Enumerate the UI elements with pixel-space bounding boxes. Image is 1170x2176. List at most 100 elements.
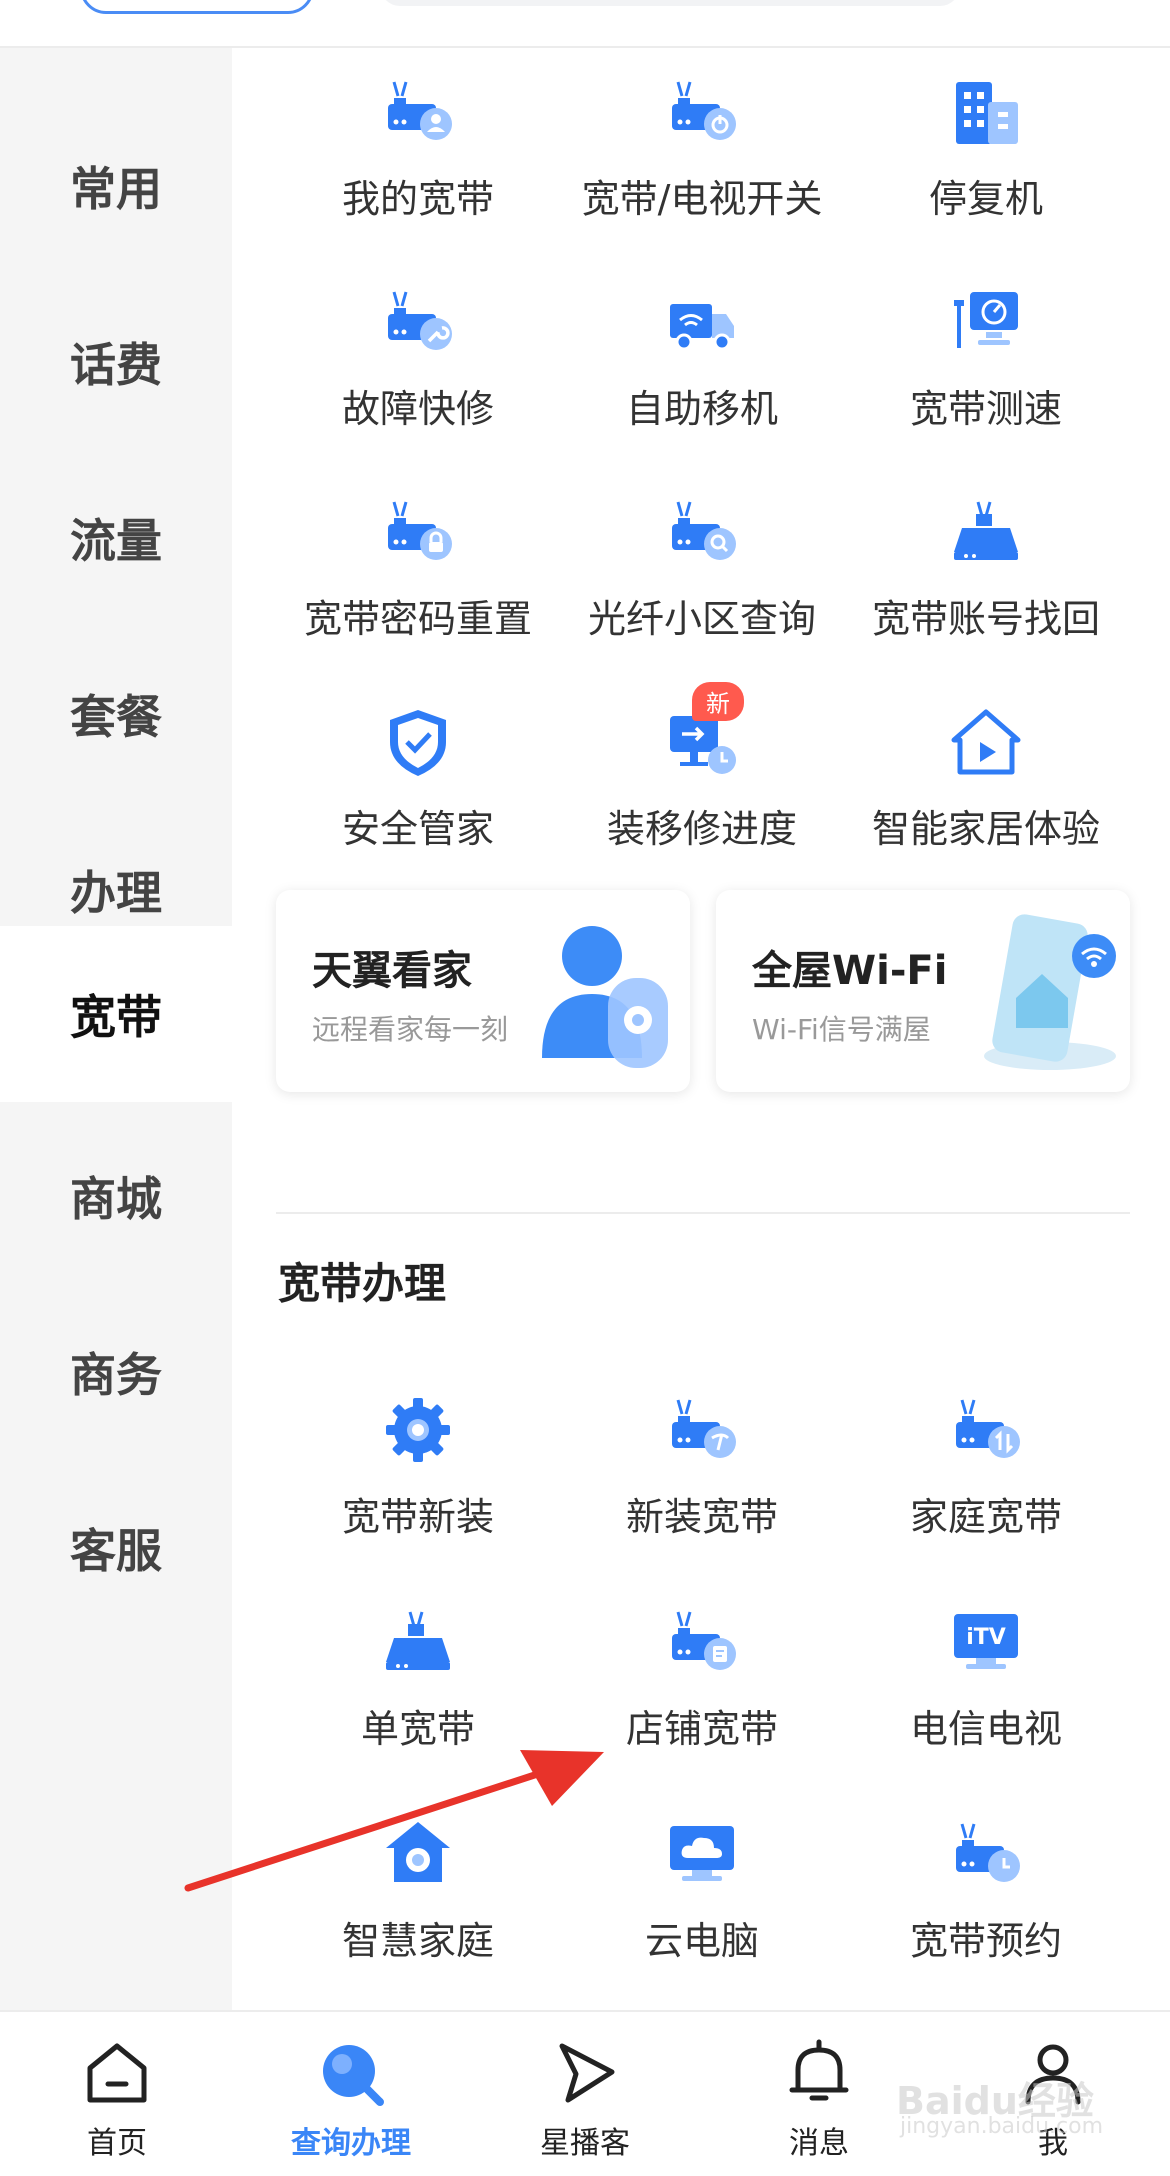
service-home-broadband[interactable]: 家庭宽带 <box>844 1376 1128 1576</box>
grid-item-fiber-community-query[interactable]: 光纤小区查询 <box>560 478 844 678</box>
sidebar-item-label: 商城 <box>70 1172 162 1226</box>
sidebar-item-宽带[interactable]: 宽带 <box>0 926 232 1102</box>
itv-icon: iTV <box>954 1614 1018 1669</box>
home-icon <box>87 2043 147 2103</box>
grid-item-label: 智慧家庭 <box>341 1919 494 1963</box>
grid-item-label: 宽带测速 <box>909 387 1062 431</box>
sidebar-item-label: 流量 <box>70 514 162 568</box>
router-lock-icon <box>388 501 452 560</box>
grid-item-label: 宽带/电视开关 <box>581 177 823 221</box>
grid-item-label: 光纤小区查询 <box>587 597 816 641</box>
router-clock-icon <box>956 1823 1020 1882</box>
grid-item-label: 故障快修 <box>341 387 494 431</box>
sidebar-item-label: 话费 <box>70 338 162 392</box>
building-icon <box>956 82 1018 144</box>
tab-label: 星播客 <box>540 2126 630 2161</box>
sidebar-item-label: 客服 <box>70 1524 162 1578</box>
grid-item-label: 智能家居体验 <box>871 807 1100 851</box>
card-title: 全屋Wi-Fi <box>752 948 948 994</box>
grid-item-broadband-tv-switch[interactable]: 宽带/电视开关 <box>560 58 844 258</box>
cloud-computer-icon <box>670 1826 734 1881</box>
card-subtitle: Wi-Fi信号满屋 <box>752 1013 931 1046</box>
sidebar-item-label: 办理 <box>70 866 162 920</box>
gear-icon <box>386 1398 450 1462</box>
section-title: 宽带办理 <box>278 1259 447 1308</box>
router-icon <box>954 501 1018 560</box>
router-user-icon <box>388 81 452 140</box>
grid-item-label: 宽带密码重置 <box>303 597 532 641</box>
tab-star-podcast[interactable]: 星播客 <box>468 2012 702 2176</box>
grid-item-label: 安全管家 <box>341 807 494 851</box>
tab-label: 查询办理 <box>291 2126 411 2161</box>
tab-home[interactable]: 首页 <box>0 2012 234 2176</box>
phone-wifi-icon <box>984 914 1116 1070</box>
router-power-icon <box>672 81 736 140</box>
sidebar-item-label: 宽带 <box>70 990 162 1044</box>
sidebar-item-话费[interactable]: 话费 <box>0 274 232 450</box>
sidebar-item-label: 套餐 <box>70 690 162 744</box>
grid-item-label: 停复机 <box>928 177 1043 221</box>
new-badge: 新 <box>692 682 744 721</box>
tab-query-handle[interactable]: 查询办理 <box>234 2012 468 2176</box>
router-wrench-icon <box>388 291 452 350</box>
grid-item-label: 云电脑 <box>644 1919 759 1963</box>
grid-item-label: 宽带账号找回 <box>871 597 1100 641</box>
play-send-icon <box>559 2043 615 2103</box>
grid-item-label: 装移修进度 <box>606 807 797 851</box>
grid-item-fault-repair[interactable]: 故障快修 <box>276 268 560 468</box>
grid-item-my-broadband[interactable]: 我的宽带 <box>276 58 560 258</box>
service-new-install-broadband[interactable]: 新装宽带 <box>560 1376 844 1576</box>
shield-check-icon <box>390 710 446 776</box>
moving-truck-icon <box>670 304 734 351</box>
grid-item-label: 家庭宽带 <box>909 1495 1062 1539</box>
search-bar[interactable] <box>380 0 960 6</box>
grid-item-self-relocation[interactable]: 自助移机 <box>560 268 844 468</box>
service-broadband-appointment[interactable]: 宽带预约 <box>844 1800 1128 2000</box>
section-divider <box>276 1212 1130 1214</box>
grid-item-password-reset[interactable]: 宽带密码重置 <box>276 478 560 678</box>
service-new-broadband-install[interactable]: 宽带新装 <box>276 1376 560 1576</box>
bell-icon <box>789 2039 849 2101</box>
grid-item-security-manager[interactable]: 安全管家 <box>276 688 560 888</box>
watermark-url: jingyan.baidu.com <box>900 2114 1104 2139</box>
tab-label: 首页 <box>87 2126 147 2161</box>
router-updown-icon <box>956 1399 1020 1458</box>
grid-item-suspend-resume[interactable]: 停复机 <box>844 58 1128 258</box>
search-icon <box>323 2045 384 2106</box>
sidebar-item-商务[interactable]: 商务 <box>0 1284 232 1460</box>
itv-text: iTV <box>966 1625 1006 1650</box>
service-telecom-tv[interactable]: iTV 电信电视 <box>844 1588 1128 1788</box>
card-subtitle: 远程看家每一刻 <box>312 1013 509 1046</box>
grid-item-label: 我的宽带 <box>341 177 494 221</box>
promo-card-home-monitor[interactable]: 天翼看家 远程看家每一刻 <box>276 890 690 1092</box>
sidebar-item-商城[interactable]: 商城 <box>0 1108 232 1284</box>
sidebar-item-label: 常用 <box>70 162 162 216</box>
user-camera-icon <box>542 926 668 1068</box>
router-telecom-icon <box>672 1399 736 1458</box>
sidebar-item-套餐[interactable]: 套餐 <box>0 626 232 802</box>
promo-card-whole-house-wifi[interactable]: 全屋Wi-Fi Wi-Fi信号满屋 <box>716 890 1130 1092</box>
grid-item-smart-home-experience[interactable]: 智能家居体验 <box>844 688 1128 888</box>
grid-item-label: 新装宽带 <box>625 1495 778 1539</box>
sidebar-item-常用[interactable]: 常用 <box>0 98 232 274</box>
grid-item-account-recovery[interactable]: 宽带账号找回 <box>844 478 1128 678</box>
grid-item-label: 自助移机 <box>625 387 778 431</box>
grid-item-speed-test[interactable]: 宽带测速 <box>844 268 1128 468</box>
card-title: 天翼看家 <box>312 948 472 994</box>
grid-item-install-progress[interactable]: 新 装移修进度 <box>560 682 844 888</box>
router-search-icon <box>672 501 736 560</box>
top-bar <box>0 0 1170 48</box>
sidebar-item-label: 商务 <box>70 1348 162 1402</box>
grid-item-label: 宽带新装 <box>341 1495 494 1539</box>
speed-test-icon <box>954 292 1018 348</box>
sidebar-item-客服[interactable]: 客服 <box>0 1460 232 1636</box>
grid-item-label: 电信电视 <box>909 1707 1062 1751</box>
sidebar-item-流量[interactable]: 流量 <box>0 450 232 626</box>
router-icon <box>386 1611 450 1670</box>
grid-item-label: 宽带预约 <box>909 1919 1062 1963</box>
annotation-arrow <box>184 1750 604 1892</box>
router-doc-icon <box>672 1611 736 1670</box>
smart-home-play-icon <box>951 709 1021 775</box>
category-sidebar: 常用 话费 流量 套餐 办理 宽带 商城 商务 客服 <box>0 48 232 2010</box>
location-pill[interactable] <box>80 0 314 14</box>
